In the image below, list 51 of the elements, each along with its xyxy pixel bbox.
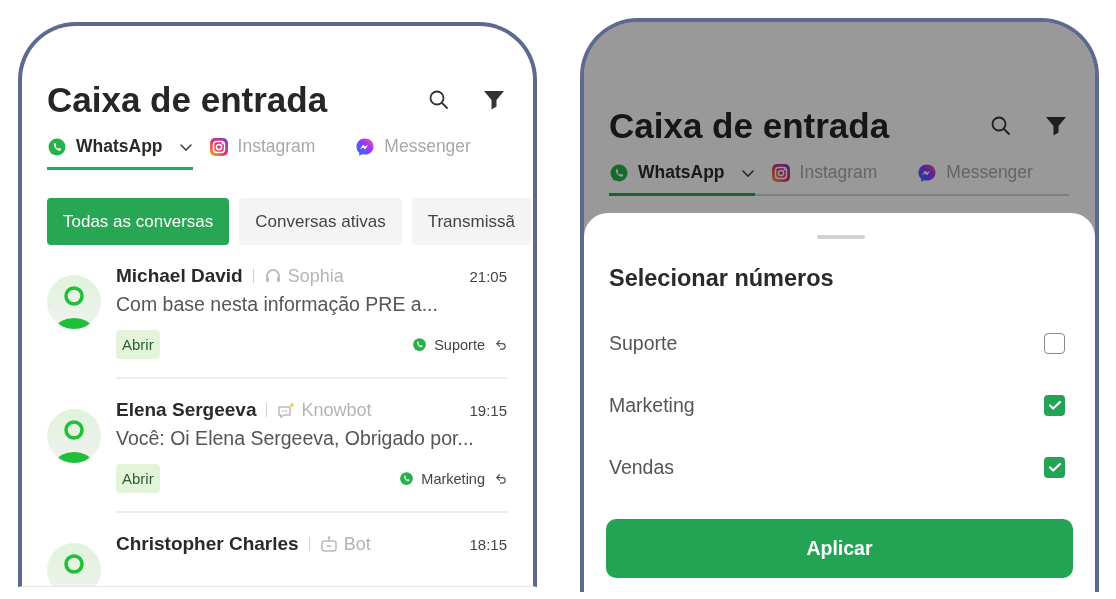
open-button[interactable]: Abrir xyxy=(116,330,160,359)
checkbox[interactable] xyxy=(1044,394,1065,416)
chat-sparkle-icon xyxy=(277,401,296,419)
page-title: Caixa de entrada xyxy=(47,79,328,121)
whatsapp-icon xyxy=(399,471,415,486)
channel-label: Suporte xyxy=(434,336,485,353)
message-time: 21:05 xyxy=(469,267,507,285)
filter-icon[interactable] xyxy=(483,89,505,111)
headset-icon xyxy=(263,267,282,285)
checkbox[interactable] xyxy=(1044,456,1065,478)
contact-name: Michael David xyxy=(116,265,243,287)
reply-icon xyxy=(494,338,507,351)
sheet-title: Selecionar números xyxy=(609,265,835,292)
instagram-icon xyxy=(208,136,229,157)
message-preview: Você: Oi Elena Sergeeva, Obrigado por... xyxy=(116,427,475,450)
open-button[interactable]: Abrir xyxy=(116,464,160,493)
reply-icon xyxy=(494,472,507,485)
avatar xyxy=(47,543,101,586)
messenger-icon xyxy=(917,162,938,183)
option-label: Vendas xyxy=(609,455,675,479)
search-icon[interactable] xyxy=(990,115,1012,137)
checkbox[interactable] xyxy=(1044,332,1065,354)
page-title: Caixa de entrada xyxy=(609,105,890,147)
search-icon[interactable] xyxy=(428,89,450,111)
contact-name: Elena Sergeeva xyxy=(116,399,257,421)
message-time: 19:15 xyxy=(469,401,507,419)
avatar xyxy=(47,409,101,463)
contact-name: Christopher Charles xyxy=(116,533,299,555)
message-time: 18:15 xyxy=(469,535,507,553)
drag-handle[interactable] xyxy=(817,235,865,239)
option-label: Marketing xyxy=(609,393,695,417)
filter-chip[interactable]: Conversas ativas xyxy=(239,198,402,245)
filter-icon[interactable] xyxy=(1045,115,1067,137)
instagram-icon xyxy=(770,162,791,183)
messenger-icon xyxy=(355,136,376,157)
channel-tab[interactable]: WhatsApp xyxy=(609,162,755,196)
avatar xyxy=(47,275,101,329)
option-label: Suporte xyxy=(609,331,678,355)
filter-chip[interactable]: Todas as conversas xyxy=(47,198,230,245)
apply-button[interactable]: Aplicar xyxy=(606,519,1073,578)
channel-tab[interactable]: WhatsApp xyxy=(47,136,193,170)
whatsapp-icon xyxy=(609,162,629,183)
robot-icon xyxy=(319,535,338,553)
whatsapp-icon xyxy=(47,136,67,157)
message-preview: Com base nesta informação PRE a... xyxy=(116,293,439,316)
channel-label: Marketing xyxy=(421,470,485,487)
whatsapp-icon xyxy=(412,337,428,352)
agent-name: Knowbot xyxy=(301,399,372,421)
filter-chip[interactable]: Transmissã xyxy=(411,198,531,245)
agent-name: Bot xyxy=(343,533,371,555)
agent-name: Sophia xyxy=(287,265,344,287)
